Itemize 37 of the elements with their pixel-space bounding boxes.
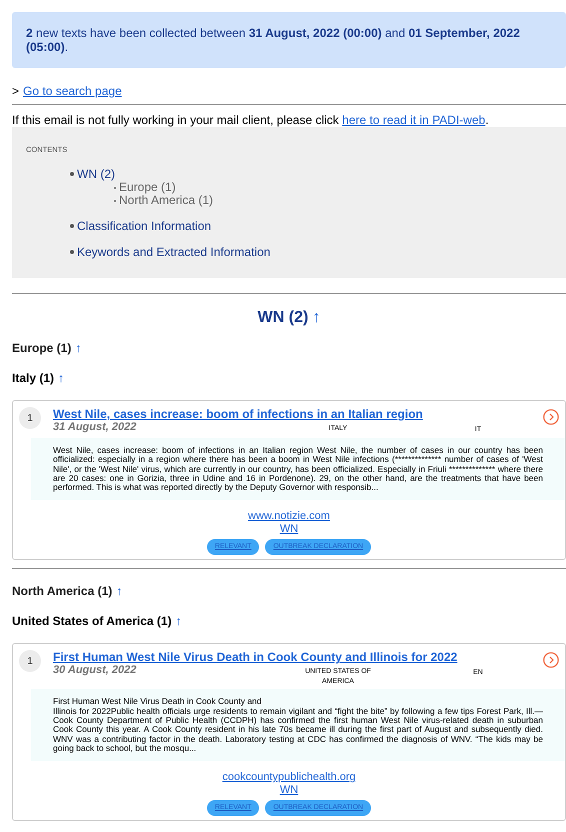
prompt-symbol: >	[12, 84, 20, 98]
chevron-right-icon[interactable]	[543, 652, 559, 668]
summary-text: 2 new texts have been collected between 31 August, 2022 (00:00) and 01 September, 2022 (05:00).	[26, 26, 521, 54]
back-to-top-link[interactable]: ↑	[58, 370, 64, 386]
back-to-top-link[interactable]: ↑	[75, 340, 82, 356]
contents-link[interactable]: Classification Information	[77, 219, 212, 233]
source-link[interactable]: www.notizie.com	[248, 510, 330, 524]
contents-sublink[interactable]: North America (1)	[119, 194, 214, 207]
web-version-link[interactable]: here to read it in PADI-web	[342, 113, 486, 127]
contents-sublink[interactable]: Europe (1)	[119, 181, 176, 194]
article-summary: West Nile, cases increase: boom of infections in an Italian region West Nile, the number of cases in our country has been officialized: especially in a region where there has been a boom in West Nile infections (************** number of cases of 'West Nile', or the 'West Nile' virus, which are currently in our country, has been officialized. Especially in Friuli ************** where there are 20 cases: one in Gorizia, three in Udine and 16 in Pordenone). 29, on the other hand, are the treatments that have been performed. This is what was reported directly by the Deputy Governor with responsib...	[53, 446, 543, 492]
region-heading: North America (1)	[12, 583, 112, 600]
bullet-icon	[70, 224, 74, 228]
article-title-link[interactable]: First Human West Nile Virus Death in Cook County and Illinois for 2022	[53, 650, 543, 664]
article-title-link[interactable]: West Nile, cases increase: boom of infections in an Italian region	[53, 407, 543, 421]
contents-link[interactable]: Keywords and Extracted Information	[77, 245, 270, 259]
article-number: 1	[19, 407, 41, 429]
tag-link[interactable]: WN	[280, 784, 298, 798]
tag-link[interactable]: WN	[280, 523, 298, 536]
source-link[interactable]: cookcountypublichealth.org	[222, 771, 356, 784]
article-date: 31 August, 2022	[53, 421, 138, 434]
notice-text: If this email is not fully working in your mail client, please click here to read it in PADI-web.	[12, 113, 490, 127]
section-heading: WN (2)	[258, 308, 308, 328]
chevron-right-icon[interactable]	[543, 409, 559, 425]
article-summary: First Human West Nile Virus Death in Cook County and Illinois for 2022Public health officials urge residents to remain vigilant and “fight the bite” by following a few tips Forest Park, Ill.— Cook County Department of Public Health (CCDPH) has confirmed the first human West Nile virus-related death in suburban Cook County this year. A Cook County resident in his late 70s became ill during the first part of August and subsequently died. WNV was a contributing factor in the death. Laboratory testing at CDC has confirmed the diagnosis of WNV. “The kids may be going back to school, but the mosqu...	[53, 697, 543, 754]
country-heading: United States of America (1)	[12, 613, 172, 630]
country-heading: Italy (1)	[12, 370, 54, 386]
bullet-icon	[70, 250, 74, 254]
contents-link[interactable]: WN (2)	[77, 167, 115, 181]
region-heading: Europe (1)	[12, 340, 72, 356]
back-to-top-link[interactable]: ↑	[176, 613, 182, 630]
search-page-link[interactable]: Go to search page	[23, 84, 122, 98]
article-number: 1	[19, 650, 41, 672]
back-to-top-link[interactable]: ↑	[312, 308, 320, 328]
back-to-top-link[interactable]: ↑	[116, 583, 122, 600]
article-date: 30 August, 2022	[53, 664, 138, 678]
bullet-icon	[70, 172, 74, 176]
